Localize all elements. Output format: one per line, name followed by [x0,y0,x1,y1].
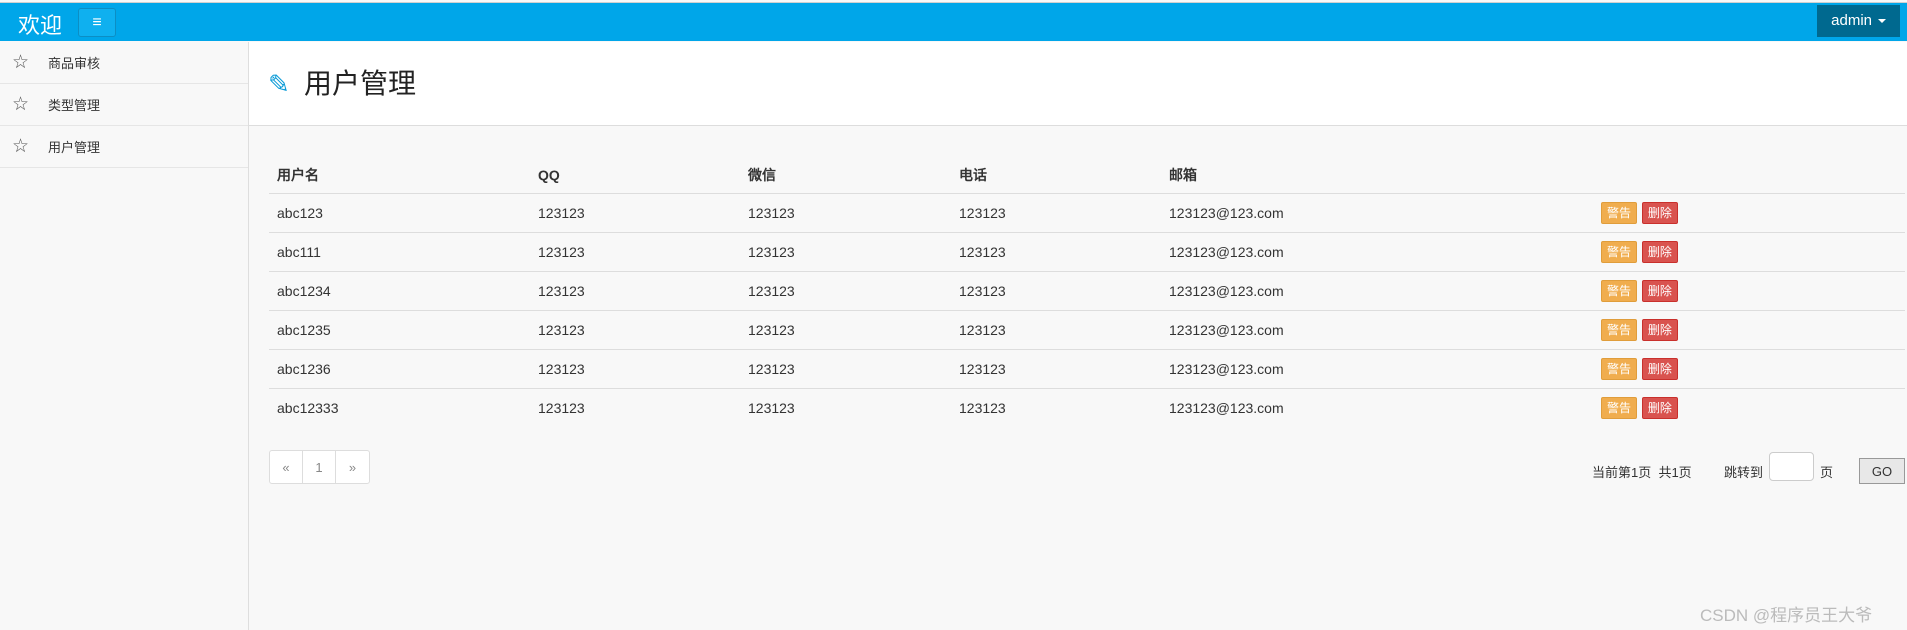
sidebar-item-label: 用户管理 [48,140,101,155]
cell-qq: 123123 [530,192,740,232]
star-half-icon: ☆ [12,94,30,115]
cell-username: abc1234 [269,270,530,310]
cell-phone: 123123 [951,387,1161,427]
jump-label: 跳转到 [1724,465,1764,480]
delete-button[interactable]: 删除 [1641,318,1678,341]
cell-qq: 123123 [530,309,740,349]
cell-username: abc1236 [269,348,530,388]
go-button[interactable]: GO [1859,458,1905,484]
brand-title[interactable]: 欢迎 [18,8,62,40]
jump-page-input[interactable] [1769,452,1814,481]
cell-phone: 123123 [951,348,1161,388]
sidebar-item-type-management[interactable]: ☆ 类型管理 [0,84,248,126]
delete-button[interactable]: 删除 [1641,240,1678,263]
pagination-next-button[interactable]: » [336,451,369,483]
cell-actions: 警告 删除 [1601,387,1905,427]
delete-button[interactable]: 删除 [1641,201,1678,224]
column-header-email[interactable]: 邮箱 [1161,157,1601,194]
page-info: 当前第1页 共1页 [1592,465,1692,480]
pagination-page-1[interactable]: 1 [303,451,336,483]
cell-qq: 123123 [530,270,740,310]
cell-username: abc1235 [269,309,530,349]
delete-button[interactable]: 删除 [1641,396,1678,419]
warn-button[interactable]: 警告 [1601,279,1638,302]
delete-button[interactable]: 删除 [1641,279,1678,302]
table-row: abc12333 123123 123123 123123 123123@123… [269,387,1905,427]
table-header-row: 用户名 QQ 微信 电话 邮箱 [269,157,1905,194]
cell-qq: 123123 [530,348,740,388]
cell-wechat: 123123 [740,348,951,388]
table-row: abc111 123123 123123 123123 123123@123.c… [269,231,1905,271]
cell-qq: 123123 [530,387,740,427]
cell-actions: 警告 删除 [1601,192,1905,232]
cell-email: 123123@123.com [1161,192,1601,232]
cell-phone: 123123 [951,309,1161,349]
jump-unit-label: 页 [1820,465,1834,480]
page-title: 用户管理 [304,67,417,100]
user-menu[interactable]: admin [1817,5,1900,37]
cell-email: 123123@123.com [1161,387,1601,427]
cell-username: abc123 [269,192,530,232]
cell-username: abc12333 [269,387,530,427]
table-row: abc1236 123123 123123 123123 123123@123.… [269,348,1905,388]
menu-toggle-button[interactable]: ≡ [78,8,116,37]
sidebar-item-label: 商品审核 [48,56,101,71]
cell-email: 123123@123.com [1161,270,1601,310]
table-row: abc1234 123123 123123 123123 123123@123.… [269,270,1905,310]
column-header-username[interactable]: 用户名 [269,157,530,194]
top-navbar: 欢迎 ≡ admin [0,2,1907,41]
cell-email: 123123@123.com [1161,348,1601,388]
table-row: abc1235 123123 123123 123123 123123@123.… [269,309,1905,349]
cell-wechat: 123123 [740,387,951,427]
cell-phone: 123123 [951,192,1161,232]
cell-actions: 警告 删除 [1601,348,1905,388]
table-row: abc123 123123 123123 123123 123123@123.c… [269,192,1905,232]
cell-actions: 警告 删除 [1601,270,1905,310]
column-header-wechat[interactable]: 微信 [740,157,951,194]
watermark: CSDN @程序员王大爷 [1700,606,1873,625]
warn-button[interactable]: 警告 [1601,240,1638,263]
cell-qq: 123123 [530,231,740,271]
caret-down-icon [1878,19,1886,24]
sidebar: ☆ 商品审核 ☆ 类型管理 ☆ 用户管理 [0,42,249,630]
cell-wechat: 123123 [740,270,951,310]
pagination: « 1 » [269,450,370,484]
cell-phone: 123123 [951,270,1161,310]
user-name: admin [1831,12,1872,29]
hamburger-icon: ≡ [92,13,102,31]
sidebar-item-label: 类型管理 [48,98,101,113]
warn-button[interactable]: 警告 [1601,357,1638,380]
cell-wechat: 123123 [740,231,951,271]
pagination-prev-button[interactable]: « [270,451,303,483]
star-half-icon: ☆ [12,136,30,157]
cell-wechat: 123123 [740,192,951,232]
sidebar-item-product-review[interactable]: ☆ 商品审核 [0,42,248,84]
cell-username: abc111 [269,231,530,271]
main-content: ✎ 用户管理 用户名 QQ 微信 电话 邮箱 abc123 123123 123… [249,42,1907,630]
warn-button[interactable]: 警告 [1601,318,1638,341]
cell-actions: 警告 删除 [1601,231,1905,271]
cell-phone: 123123 [951,231,1161,271]
edit-icon: ✎ [268,69,290,99]
cell-wechat: 123123 [740,309,951,349]
user-table: 用户名 QQ 微信 电话 邮箱 abc123 123123 123123 123… [269,157,1905,427]
warn-button[interactable]: 警告 [1601,396,1638,419]
column-header-qq[interactable]: QQ [530,157,740,194]
column-header-actions [1601,157,1905,194]
page-header: ✎ 用户管理 [249,42,1907,126]
delete-button[interactable]: 删除 [1641,357,1678,380]
star-half-icon: ☆ [12,52,30,73]
warn-button[interactable]: 警告 [1601,201,1638,224]
cell-email: 123123@123.com [1161,309,1601,349]
sidebar-item-user-management[interactable]: ☆ 用户管理 [0,126,248,168]
column-header-phone[interactable]: 电话 [951,157,1161,194]
cell-email: 123123@123.com [1161,231,1601,271]
cell-actions: 警告 删除 [1601,309,1905,349]
